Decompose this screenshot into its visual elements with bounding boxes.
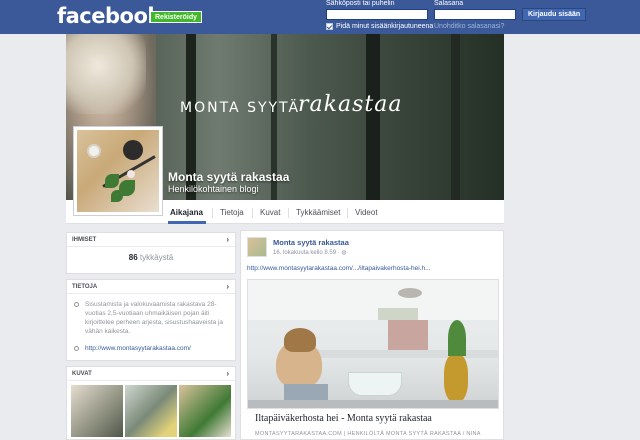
password-input[interactable]: [434, 9, 516, 20]
tab-divider: [347, 208, 348, 218]
timeline-post: Monta syytä rakastaa 16. lokakuuta kello…: [240, 230, 504, 440]
photos-title: KUVAT: [72, 371, 92, 377]
keep-logged-in-checkbox[interactable]: [326, 23, 333, 30]
tab-divider: [212, 208, 213, 218]
about-website-row: http://www.montasyytarakastaa.com/: [67, 344, 235, 353]
tab-divider: [252, 208, 253, 218]
info-icon: [74, 302, 79, 307]
globe-icon: ◍: [341, 250, 347, 256]
cover-hair: [66, 34, 146, 114]
cover-script-title: rakastaa: [298, 92, 403, 117]
tab-divider: [288, 208, 289, 218]
email-label: Sähköposti tai puhelin: [326, 0, 395, 7]
page-name[interactable]: Monta syytä rakastaa: [168, 170, 289, 184]
cover-title: MONTA SYYTÄ: [180, 100, 301, 116]
login-button[interactable]: Kirjaudu sisään: [522, 8, 587, 21]
profile-picture[interactable]: [73, 126, 163, 216]
tab-tietoja[interactable]: Tietoja: [220, 208, 244, 217]
post-url-link[interactable]: http://www.montasyytarakastaa.com/.../il…: [247, 265, 431, 272]
about-title: TIETOJA: [72, 284, 98, 290]
active-tab-indicator: [168, 221, 206, 224]
post-link-source: MONTASYYTARAKASTAA.COM | HENKILÖLTÄ MONT…: [255, 431, 481, 437]
people-header[interactable]: IHMISET ›: [67, 233, 235, 247]
likes-number: 86: [128, 253, 138, 262]
profile-image: [77, 130, 159, 212]
about-description: Sisustamista ja valokuvaamista rakastava…: [85, 301, 224, 335]
photo-thumbnail[interactable]: [125, 385, 177, 437]
post-author-avatar[interactable]: [247, 237, 267, 257]
keep-logged-in-label: Pidä minut sisäänkirjautuneena: [336, 23, 434, 30]
photo-thumbnail[interactable]: [71, 385, 123, 437]
about-card: TIETOJA › Sisustamista ja valokuvaamista…: [66, 279, 236, 361]
cover-tree: [366, 34, 380, 200]
tab-tykkaamiset[interactable]: Tykkäämiset: [296, 208, 340, 217]
chevron-right-icon[interactable]: ›: [226, 369, 229, 378]
tab-kuvat[interactable]: Kuvat: [260, 208, 280, 217]
post-link-image[interactable]: [247, 279, 499, 409]
likes-label: tykkäystä: [139, 253, 174, 262]
forgot-password-link[interactable]: Unohditko salasanasi?: [434, 23, 504, 30]
people-card: IHMISET › 86 tykkäystä: [66, 232, 236, 274]
tab-aikajana[interactable]: Aikajana: [170, 208, 203, 217]
about-description-row: Sisustamista ja valokuvaamista rakastava…: [67, 300, 235, 336]
tab-videot[interactable]: Videot: [355, 208, 378, 217]
chevron-right-icon[interactable]: ›: [226, 235, 229, 244]
likes-count[interactable]: 86 tykkäystä: [67, 247, 235, 268]
post-link-title[interactable]: Iltapäiväkerhosta hei - Monta syytä raka…: [255, 413, 432, 424]
cover-tree: [451, 34, 460, 200]
photo-thumbnail[interactable]: [179, 385, 231, 437]
photos-grid: [67, 381, 235, 440]
about-website-link[interactable]: http://www.montasyytarakastaa.com/: [85, 345, 191, 352]
password-label: Salasana: [434, 0, 464, 7]
photos-card: KUVAT ›: [66, 366, 236, 440]
email-input[interactable]: [326, 9, 428, 20]
chevron-right-icon[interactable]: ›: [226, 282, 229, 291]
top-bar: facebook Rekisteröidy Sähköposti tai puh…: [0, 0, 640, 34]
facebook-logo[interactable]: facebook: [57, 4, 161, 28]
post-author-name[interactable]: Monta syytä rakastaa: [273, 238, 349, 247]
page-category: Henkilökohtainen blogi: [168, 184, 259, 194]
signup-button[interactable]: Rekisteröidy: [150, 11, 203, 23]
post-timestamp[interactable]: 16. lokakuuta kello 8.59 · ◍: [273, 249, 347, 256]
keep-logged-in[interactable]: Pidä minut sisäänkirjautuneena: [326, 23, 433, 30]
photos-header[interactable]: KUVAT ›: [67, 367, 235, 381]
globe-icon: [74, 346, 79, 351]
about-header[interactable]: TIETOJA ›: [67, 280, 235, 294]
people-title: IHMISET: [72, 237, 97, 243]
